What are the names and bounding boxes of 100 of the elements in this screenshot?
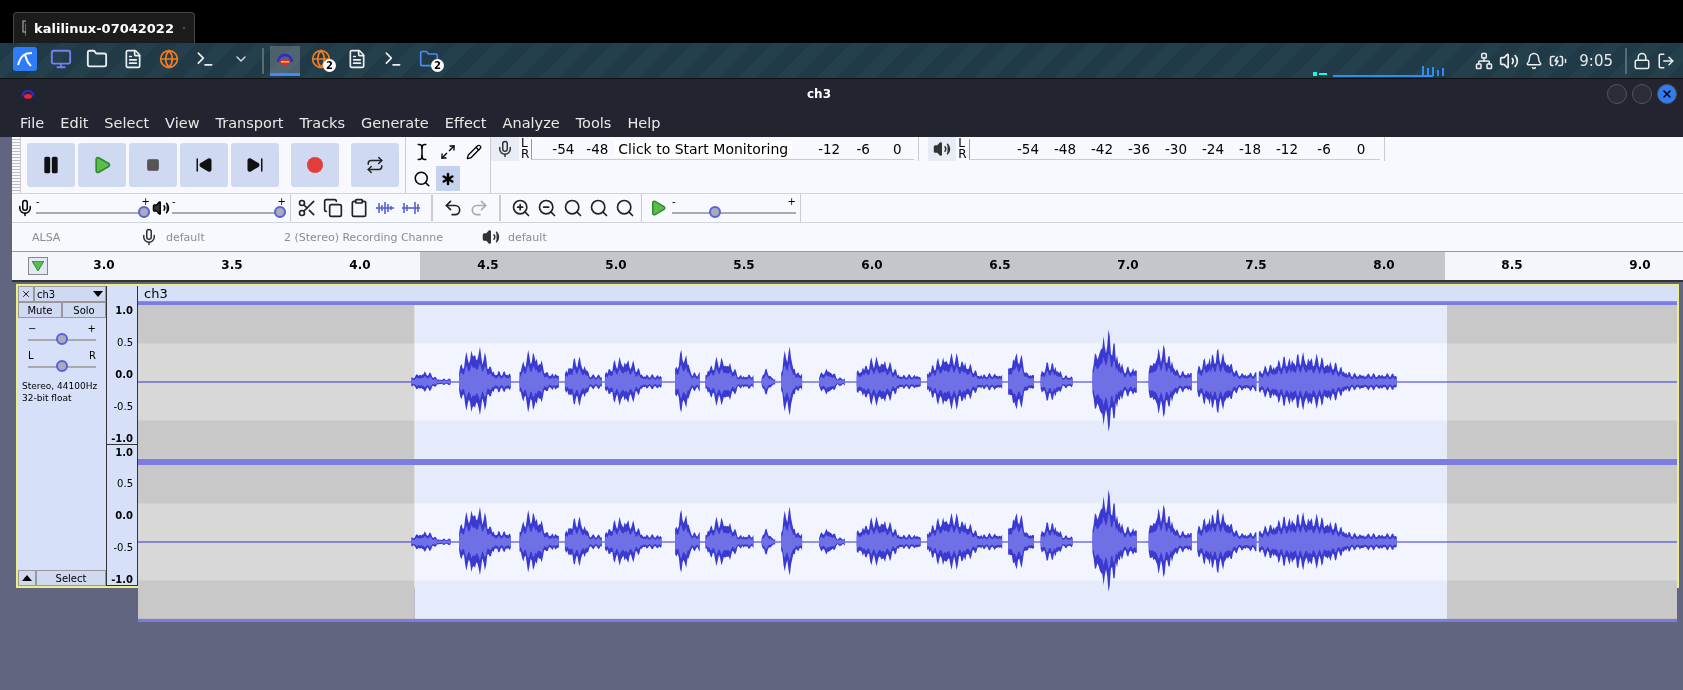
terminal-icon[interactable] [383,49,403,69]
meter-tick: -42 [1090,140,1115,157]
folder-icon[interactable] [419,49,439,69]
document-icon[interactable] [347,49,367,69]
clock[interactable]: 9:05 [1573,51,1619,70]
minus-label: - [172,196,176,206]
meter-tick: -48 [585,140,610,157]
time-label: 6.0 [861,258,883,272]
menu-item[interactable]: Help [619,114,669,131]
menu-item[interactable]: Tracks [291,114,354,131]
select-button[interactable]: Select [36,570,106,586]
time-label: 8.5 [1501,258,1523,272]
record-button[interactable] [291,143,339,187]
fit-selection-icon [563,198,583,218]
envelope-icon [440,143,456,160]
vm-tab[interactable]: kalilinux-07042022 [13,12,195,43]
scale-label: 1.0 [115,305,133,316]
mic-icon [16,199,34,217]
meter-tick: -6 [1316,140,1332,157]
slider-thumb[interactable] [56,333,68,345]
track-info: Stereo, 44100Hz [21,380,99,392]
close-button[interactable] [1657,83,1677,104]
monitoring-hint[interactable]: Click to Start Monitoring [614,140,793,157]
time-label: 5.0 [605,258,627,272]
skip-to-start-button[interactable] [180,143,228,187]
globe-icon[interactable] [311,49,331,69]
record-meter[interactable]: -54 -48 Click to Start Monitoring -12 -6 0 [531,138,915,160]
minus-label: L [28,351,34,360]
lock-icon[interactable] [1633,51,1651,70]
zoom-out-icon [537,198,557,218]
scale-label: -0.5 [113,542,133,554]
clip-title[interactable]: ch3 [138,286,1677,302]
menu-item[interactable]: Analyze [494,114,568,131]
meter-tick: -30 [1164,140,1189,157]
time-label: 4.5 [477,258,499,272]
loop-button[interactable] [351,143,399,187]
time-label: 3.5 [221,258,243,272]
timeline-ruler[interactable]: 3.0 3.5 4.0 4.5 5.0 5.5 6.0 6.5 7.0 7.5 8.0 8.5 9.0 [12,251,1683,282]
skip-to-end-button[interactable] [231,143,279,187]
speaker-icon [933,140,952,158]
desktop-icon[interactable] [50,48,72,70]
scale-label: -0.5 [113,400,133,412]
slider-thumb[interactable] [138,205,150,218]
silence-icon [401,200,421,216]
plus-label: + [787,196,796,206]
collapse-button[interactable] [18,570,36,586]
menu-item[interactable]: Edit [52,114,97,131]
zoom-icon [413,169,431,188]
vm-tab-title: kalilinux-07042022 [34,20,174,36]
play-meter-button[interactable] [928,137,957,161]
loop-icon [366,156,384,174]
meter-tick: -12 [817,140,842,157]
terminal-icon[interactable] [195,49,215,69]
document-icon[interactable] [123,49,143,69]
network-icon[interactable] [1475,51,1494,70]
plus-label: + [277,196,286,206]
taskbar-item[interactable]: 2 [414,45,444,76]
meter-tick: -6 [855,140,871,157]
notification-icon[interactable] [1525,51,1544,70]
time-label: 4.0 [349,258,371,272]
stop-icon [146,158,160,172]
menu-item[interactable]: Effect [436,114,495,131]
folder-icon[interactable] [86,48,108,70]
record-meter-button[interactable] [491,137,519,161]
track-info: 32-bit float [21,392,73,404]
slider-thumb[interactable] [274,205,286,218]
logout-icon[interactable] [1657,51,1675,70]
slider-thumb[interactable] [708,205,721,218]
menu-item[interactable]: Transport [207,114,292,131]
play-head-button[interactable] [28,257,48,275]
scale-label: 0.0 [115,368,133,380]
slider-thumb[interactable] [56,360,68,372]
scale-label: -1.0 [111,432,133,444]
playback-meter[interactable]: -54 -48 -42 -36 -30 -24 -18 -12 -6 0 [968,138,1380,160]
menu-item[interactable]: View [157,114,208,131]
scale-label: 1.0 [115,446,133,458]
meter-tick: -54 [1016,140,1041,157]
time-label: 3.0 [93,258,115,272]
meter-tick: 0 [891,140,903,157]
menu-item[interactable]: Generate [353,114,437,131]
scale-label: 0.5 [117,336,133,348]
stop-button[interactable] [129,143,177,187]
track-name-menu[interactable]: ch3 [34,286,106,302]
minus-label: − [28,324,37,333]
menu-item[interactable]: File [12,114,53,131]
plus-label: + [87,324,96,333]
menu-item[interactable]: Tools [567,114,620,131]
paste-icon [349,198,369,218]
multi-tool[interactable] [436,166,460,191]
vm-icon [22,20,27,36]
pause-icon [41,155,61,175]
menu-item[interactable]: Select [96,114,158,131]
toolbar-grip[interactable] [12,137,21,193]
solo-button[interactable]: Solo [62,302,106,318]
mute-button[interactable]: Mute [18,302,62,318]
copy-button[interactable] [321,196,345,220]
volume-icon[interactable] [1499,50,1520,71]
taskbar-item[interactable]: 2 [306,45,336,76]
pause-button[interactable] [27,143,75,187]
time-label: 9.0 [1629,258,1651,272]
